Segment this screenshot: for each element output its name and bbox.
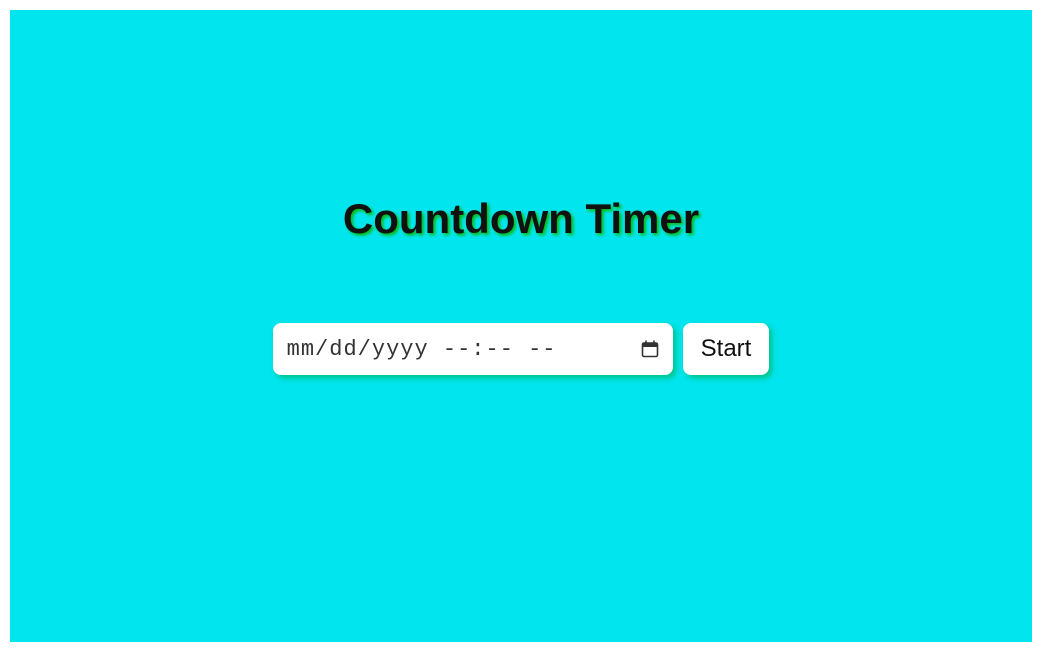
calendar-icon[interactable]: [641, 340, 659, 358]
controls-row: mm/dd/yyyy --:-- -- Start: [273, 323, 770, 375]
datetime-input[interactable]: mm/dd/yyyy --:-- --: [273, 323, 673, 375]
start-button[interactable]: Start: [683, 323, 770, 375]
page-title: Countdown Timer: [343, 195, 699, 243]
page-background: Countdown Timer mm/dd/yyyy --:-- -- Star…: [10, 10, 1032, 642]
datetime-placeholder: mm/dd/yyyy --:-- --: [287, 337, 641, 362]
